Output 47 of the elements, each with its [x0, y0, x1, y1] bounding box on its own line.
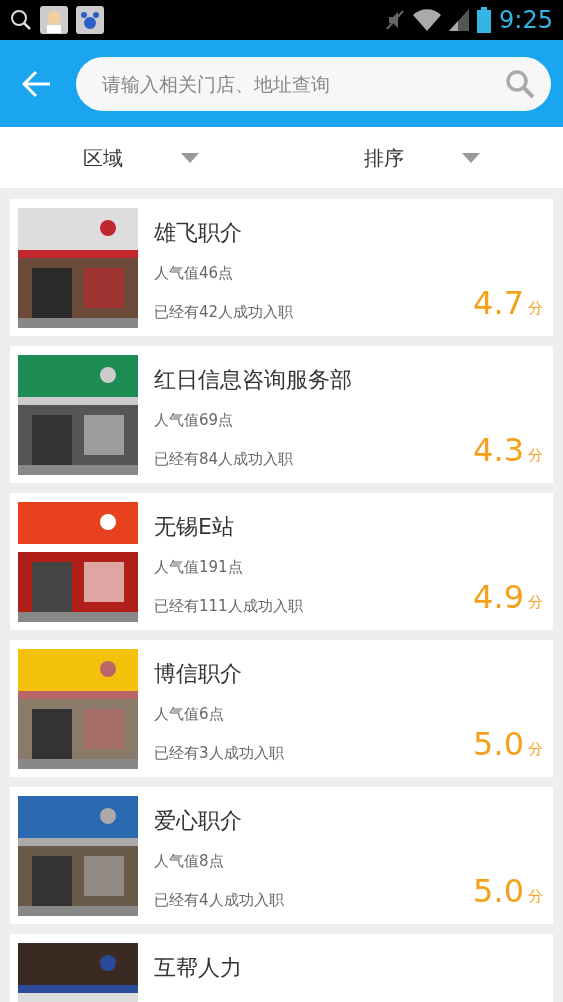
hired-count: 已经有84人成功入职 [154, 448, 295, 470]
hired-count: 已经有3人成功入职 [154, 742, 285, 764]
rating-score: 5.0 [473, 875, 524, 907]
store-name: 爱心职介 [154, 807, 243, 835]
battery-icon [477, 7, 492, 33]
hired-count: 已经有111人成功入职 [154, 595, 304, 617]
status-time: 9:25 [499, 5, 553, 36]
search-field[interactable]: 请输入相关门店、地址查询 [76, 56, 551, 111]
rating-unit: 分 [528, 591, 543, 613]
app-icon [76, 6, 104, 34]
rating-score: 5.0 [473, 728, 524, 760]
rating-unit: 分 [528, 885, 543, 907]
app-icon [40, 6, 68, 34]
signal-icon [449, 9, 470, 31]
store-card[interactable]: 爱心职介 人气值8点 已经有4人成功入职 5.0 分 [10, 787, 553, 924]
popularity-text: 人气值46点 [154, 263, 235, 284]
rating-score: 4.3 [473, 434, 524, 466]
hired-count: 已经有4人成功入职 [154, 889, 285, 911]
rating-score: 4.7 [473, 287, 524, 319]
popularity-text: 人气值8点 [154, 851, 225, 872]
caret-icon [462, 152, 481, 163]
store-card[interactable]: 博信职介 人气值6点 已经有3人成功入职 5.0 分 [10, 640, 553, 777]
store-name: 雄飞职介 [154, 219, 243, 247]
popularity-text: 人气值6点 [154, 704, 225, 725]
hired-count: 已经有42人成功入职 [154, 301, 295, 323]
filter-dropdown[interactable]: 区域 [0, 127, 282, 188]
filter-dropdown[interactable]: 排序 [281, 127, 563, 188]
store-card[interactable]: 无锡E站 人气值191点 已经有111人成功入职 4.9 分 [10, 493, 553, 630]
caret-icon [180, 152, 199, 163]
store-name: 无锡E站 [154, 513, 235, 541]
store-card[interactable]: 雄飞职介 人气值46点 已经有42人成功入职 4.7 分 [10, 199, 553, 336]
popularity-text: 人气值69点 [154, 410, 235, 431]
search-icon[interactable] [505, 68, 535, 99]
store-card[interactable]: 红日信息咨询服务部 人气值69点 已经有84人成功入职 4.3 分 [10, 346, 553, 483]
popularity-text: 人气值191点 [154, 557, 244, 578]
store-card[interactable]: 互帮人力 [10, 934, 553, 1002]
rating-unit: 分 [528, 444, 543, 466]
store-name: 红日信息咨询服务部 [154, 366, 353, 394]
mute-icon [385, 9, 406, 31]
rating-score: 4.9 [473, 581, 524, 613]
search-icon [10, 9, 32, 31]
rating-unit: 分 [528, 297, 543, 319]
store-name: 互帮人力 [154, 954, 243, 982]
store-name: 博信职介 [154, 660, 243, 688]
back-icon[interactable] [22, 69, 52, 98]
wifi-icon [413, 9, 442, 31]
rating-unit: 分 [528, 738, 543, 760]
